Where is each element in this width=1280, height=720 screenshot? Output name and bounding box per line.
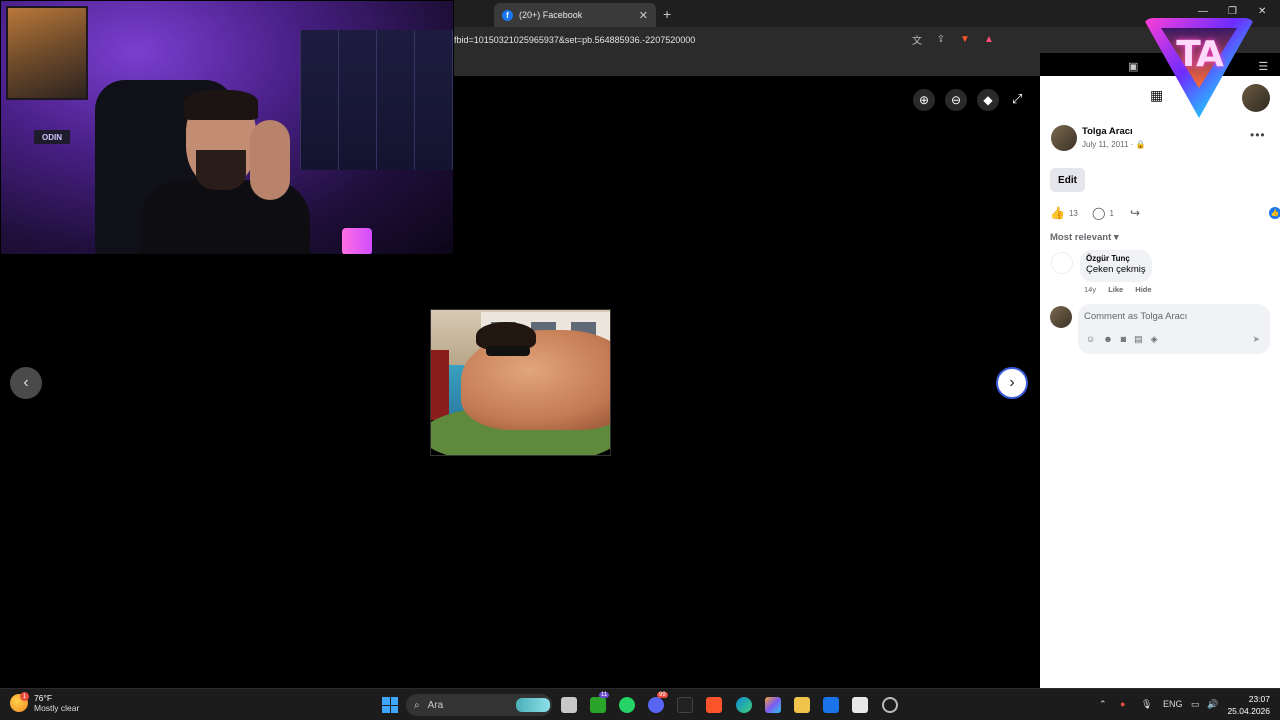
brave-rewards-icon[interactable]: ▲ (982, 32, 996, 46)
app-icon[interactable] (677, 697, 693, 713)
avatar-sticker-icon[interactable]: ☺ (1086, 334, 1095, 345)
screen: f (20+) Facebook ✕ + — ❐ ✕ fbid=10150321… (0, 0, 1280, 720)
close-tab-icon[interactable]: ✕ (639, 9, 648, 22)
tray-overflow-icon[interactable]: ⌃ (1099, 699, 1107, 710)
obs-icon[interactable] (882, 697, 898, 713)
discord-badge: 99 (657, 692, 668, 698)
weather-temp: 76°F (34, 693, 53, 703)
comment-sort-label: Most relevant (1050, 232, 1112, 243)
comment-hide-link[interactable]: Hide (1135, 285, 1151, 294)
weather-moon-icon: 1 (10, 692, 29, 712)
comment-placeholder: Comment as Tolga Aracı (1084, 311, 1188, 322)
taskbar: 1 76°F Mostly clear ⌕ Ara 11 99 ⌃ ● 🎙 EN… (0, 688, 1280, 720)
new-tab-icon[interactable]: + (663, 6, 671, 22)
reader-mode-icon[interactable]: ▣ (1128, 60, 1138, 73)
like-reaction-icon[interactable]: 👍 (1269, 207, 1280, 219)
whatsapp-icon[interactable] (619, 697, 635, 713)
share-icon[interactable]: ⇪ (934, 32, 948, 46)
camera-icon[interactable]: ◙ (1121, 334, 1126, 345)
address-bar-actions: 文 ⇪ ▼ ▲ (910, 32, 996, 47)
streamer-logo: TA (1143, 18, 1255, 118)
like-stat[interactable]: 👍 13 (1050, 206, 1078, 220)
weather-widget[interactable]: 1 76°F Mostly clear (10, 692, 80, 713)
logo-text: TA (1176, 34, 1224, 75)
webcam-overlay: ODIN (0, 0, 454, 255)
fullscreen-icon[interactable]: ⤢ (1012, 91, 1022, 107)
commenter-avatar[interactable] (1051, 252, 1073, 274)
search-label: Ara (427, 699, 444, 711)
network-icon[interactable]: ▭ (1191, 699, 1200, 710)
volume-icon[interactable]: 🔊 (1207, 699, 1218, 710)
emoji-icon[interactable]: ☻ (1103, 334, 1112, 345)
share-stat[interactable]: ↪ (1130, 206, 1140, 220)
windows-start-icon[interactable] (382, 697, 398, 713)
share-arrow-icon: ↪ (1130, 206, 1141, 220)
task-view-icon[interactable] (561, 697, 577, 713)
search-icon: ⌕ (414, 699, 420, 711)
comment-meta: 14y Like Hide (1084, 285, 1162, 294)
weather-badge: 1 (20, 692, 29, 701)
browser-tab-facebook[interactable]: f (20+) Facebook ✕ (494, 3, 656, 27)
menu-icon[interactable]: ☰ (1258, 60, 1268, 73)
close-window-icon[interactable]: ✕ (1258, 6, 1266, 17)
post-date[interactable]: July 11, 2011 · 🔒 (1082, 140, 1145, 149)
zoom-in-icon[interactable]: ⊕ (913, 89, 935, 111)
maximize-icon[interactable]: ❐ (1228, 6, 1237, 17)
search-highlight-image (516, 698, 550, 712)
facebook-icon: f (502, 9, 513, 21)
chevron-down-icon: ▾ (1113, 232, 1119, 243)
xbox-badge: 11 (599, 692, 610, 698)
privacy-lock-icon: 🔒 (1135, 140, 1146, 149)
language-indicator[interactable]: ENG (1163, 699, 1183, 709)
clock[interactable]: 23:07 25.04.2026 (1226, 693, 1270, 717)
discord-icon[interactable]: 99 (648, 692, 668, 713)
xbox-icon[interactable]: 11 (590, 692, 610, 713)
like-count: 13 (1068, 208, 1078, 218)
edge-icon[interactable] (736, 697, 752, 713)
mail-icon[interactable] (823, 697, 839, 713)
translate-icon[interactable]: 文 (910, 32, 924, 47)
comment-input[interactable]: Comment as Tolga Aracı ☺ ☻ ◙ ▤ ◈ ➤ (1078, 304, 1270, 354)
tray-app-icon[interactable]: ● (1120, 699, 1125, 709)
send-icon[interactable]: ➤ (1252, 334, 1260, 345)
more-options-icon[interactable]: ••• (1250, 128, 1266, 142)
edit-button[interactable]: Edit (1050, 168, 1085, 192)
previous-photo-button[interactable]: ‹ (10, 367, 42, 399)
brave-shield-icon[interactable]: ▼ (958, 32, 972, 46)
photo (430, 309, 611, 456)
thumbs-up-icon: 👍 (1050, 206, 1065, 220)
comment-age[interactable]: 14y (1084, 285, 1096, 294)
post-date-text: July 11, 2011 · (1082, 140, 1136, 149)
clock-date: 25.04.2026 (1227, 706, 1270, 716)
commenter-name[interactable]: Özgür Tunç (1086, 254, 1146, 263)
brave-browser-icon[interactable] (706, 697, 722, 713)
comment-sort-dropdown[interactable]: Most relevant ▾ (1050, 232, 1119, 243)
author-name[interactable]: Tolga Aracı (1082, 126, 1133, 137)
post-info-panel: ▦ Tolga Aracı July 11, 2011 · 🔒 ••• Edit… (1040, 76, 1280, 688)
minimize-icon[interactable]: — (1198, 6, 1208, 17)
store-icon[interactable] (852, 697, 868, 713)
file-explorer-icon[interactable] (794, 697, 810, 713)
sticker-icon[interactable]: ◈ (1151, 334, 1158, 345)
post-stats: 👍 13 ◯ 1 ↪ 👍 (1050, 206, 1280, 222)
comment-text: Çeken çekmiş (1086, 264, 1146, 275)
comment-count: 1 (1109, 208, 1114, 218)
clock-time: 23:07 (1248, 694, 1270, 704)
comment-tools: ☺ ☻ ◙ ▤ ◈ (1086, 334, 1158, 345)
gif-icon[interactable]: ▤ (1134, 334, 1143, 345)
my-avatar (1050, 306, 1072, 328)
comment-stat[interactable]: ◯ 1 (1092, 206, 1114, 220)
comment-bubble: Özgür Tunç Çeken çekmiş (1080, 250, 1152, 282)
comment-icon: ◯ (1092, 206, 1106, 220)
author-avatar[interactable] (1051, 125, 1077, 151)
copilot-icon[interactable] (765, 697, 781, 713)
comment-like-link[interactable]: Like (1108, 285, 1123, 294)
next-photo-button[interactable]: › (996, 367, 1028, 399)
microphone-icon[interactable]: 🎙 (1141, 699, 1152, 710)
taskbar-search[interactable]: ⌕ Ara (406, 694, 552, 716)
tag-icon[interactable]: ◆ (977, 89, 999, 111)
weather-condition: Mostly clear (34, 703, 80, 713)
tab-title: (20+) Facebook (519, 10, 583, 20)
zoom-out-icon[interactable]: ⊖ (945, 89, 967, 111)
